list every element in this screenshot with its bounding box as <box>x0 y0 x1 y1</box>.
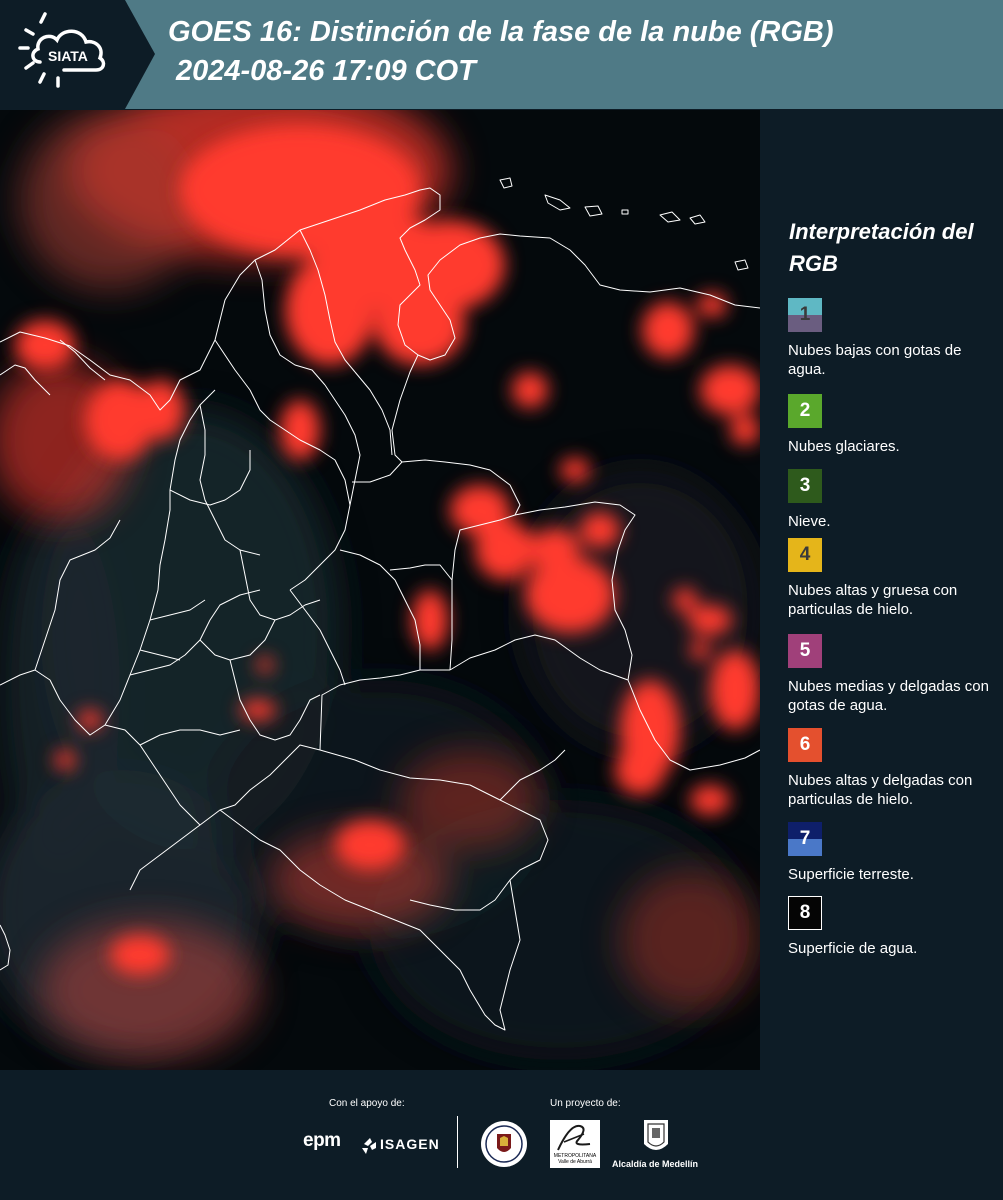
satellite-map <box>0 110 760 1070</box>
page-subtitle: 2024-08-26 17:09 COT <box>176 55 476 87</box>
legend-label-4: Nubes altas y gruesa con particulas de h… <box>788 582 958 618</box>
legend-item-3: 3 Nieve. <box>788 469 998 531</box>
legend-swatch-1: 1 <box>788 298 822 332</box>
area-metropolitana-logo: METROPOLITANA Valle de Aburrá <box>550 1120 600 1168</box>
legend-item-8: 8 Superficie de agua. <box>788 896 998 958</box>
legend-swatch-2: 2 <box>788 394 822 428</box>
project-label: Un proyecto de: <box>550 1098 621 1109</box>
isagen-logo-text: ISAGEN <box>380 1136 440 1152</box>
footer: Con el apoyo de: Un proyecto de: epm ISA… <box>0 1070 1003 1200</box>
legend-label-7: Superficie terreste. <box>788 866 914 883</box>
siata-logo: SIATA <box>0 0 155 109</box>
page-title: GOES 16: Distinción de la fase de la nub… <box>168 16 834 48</box>
legend-item-2: 2 Nubes glaciares. <box>788 394 998 456</box>
medellin-label: Alcaldía de Medellín <box>612 1159 699 1169</box>
legend-number-2: 2 <box>799 400 811 421</box>
legend-number-5: 5 <box>799 640 811 661</box>
header: SIATA GOES 16: Distinción de la fase de … <box>0 0 1003 109</box>
legend-label-2: Nubes glaciares. <box>788 438 900 455</box>
footer-divider <box>457 1116 458 1168</box>
legend-label-1: Nubes bajas con gotas de agua. <box>788 342 962 378</box>
legend-item-6: 6 Nubes altas y delgadas con particulas … <box>788 728 998 809</box>
legend-swatch-8: 8 <box>788 896 822 930</box>
legend-title: Interpretación del RGB <box>789 219 974 276</box>
satellite-image <box>0 110 760 1070</box>
legend-label-8: Superficie de agua. <box>788 940 918 957</box>
legend-number-4: 4 <box>799 544 811 565</box>
legend-number-7: 7 <box>799 828 811 849</box>
legend-swatch-6: 6 <box>788 728 822 762</box>
legend-swatch-7: 7 <box>788 822 822 856</box>
legend-number-6: 6 <box>799 734 811 755</box>
area-metropolitana-mark <box>557 1124 591 1151</box>
legend-label-5: Nubes medias y delgadas con gotas de agu… <box>788 678 989 714</box>
siata-logo-text: SIATA <box>48 48 88 64</box>
legend-item-5: 5 Nubes medias y delgadas con gotas de a… <box>788 634 998 715</box>
legend-item-4: 4 Nubes altas y gruesa con particulas de… <box>788 538 998 619</box>
legend-number-3: 3 <box>799 475 811 496</box>
university-seal-logo <box>481 1121 527 1167</box>
legend-item-1: 1 Nubes bajas con gotas de agua. <box>788 298 998 379</box>
support-label: Con el apoyo de: <box>329 1098 405 1109</box>
legend-swatch-4: 4 <box>788 538 822 572</box>
legend-label-3: Nieve. <box>788 513 831 530</box>
area-metropolitana-text: METROPOLITANA Valle de Aburrá <box>553 1153 597 1165</box>
legend-number-8: 8 <box>799 902 811 923</box>
legend-label-6: Nubes altas y delgadas con particulas de… <box>788 772 973 808</box>
legend-item-7: 7 Superficie terreste. <box>788 822 998 884</box>
epm-logo: epm <box>303 1130 341 1151</box>
isagen-logo: ISAGEN <box>362 1136 440 1154</box>
siata-logo-graphic: SIATA <box>0 0 155 109</box>
legend-swatch-5: 5 <box>788 634 822 668</box>
legend-swatch-3: 3 <box>788 469 822 503</box>
legend-number-1: 1 <box>799 304 811 325</box>
medellin-shield-logo <box>644 1120 668 1150</box>
legend-panel: Interpretación del RGB 1 Nubes bajas con… <box>760 110 1003 1070</box>
